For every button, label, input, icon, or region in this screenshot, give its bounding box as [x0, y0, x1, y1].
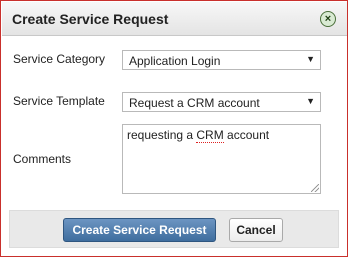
- comments-text-suffix: account: [223, 128, 270, 142]
- comments-label: Comments: [13, 152, 72, 166]
- comments-text-misspelled: CRM: [196, 128, 224, 143]
- dialog-titlebar: Create Service Request ×: [2, 2, 347, 36]
- chevron-down-icon: ▼: [306, 96, 315, 106]
- service-category-value: Application Login: [129, 54, 221, 68]
- service-template-value: Request a CRM account: [129, 96, 260, 110]
- dialog-title: Create Service Request: [12, 11, 169, 27]
- resize-handle[interactable]: [311, 184, 319, 192]
- service-template-label: Service Template: [13, 94, 105, 108]
- service-request-dialog: Create Service Request × Service Categor…: [0, 0, 348, 257]
- comments-textarea[interactable]: requesting a CRM account: [122, 124, 321, 194]
- chevron-down-icon: ▼: [306, 54, 315, 64]
- close-glyph: ×: [324, 12, 332, 25]
- service-category-label: Service Category: [13, 52, 106, 66]
- service-category-select[interactable]: Application Login ▼: [122, 50, 321, 70]
- create-service-request-button[interactable]: Create Service Request: [63, 218, 216, 242]
- cancel-button[interactable]: Cancel: [229, 218, 283, 242]
- close-icon[interactable]: ×: [320, 11, 336, 27]
- dialog-footer: Create Service Request Cancel: [9, 210, 339, 248]
- service-template-select[interactable]: Request a CRM account ▼: [122, 92, 321, 112]
- comments-text-prefix: requesting a: [127, 128, 197, 142]
